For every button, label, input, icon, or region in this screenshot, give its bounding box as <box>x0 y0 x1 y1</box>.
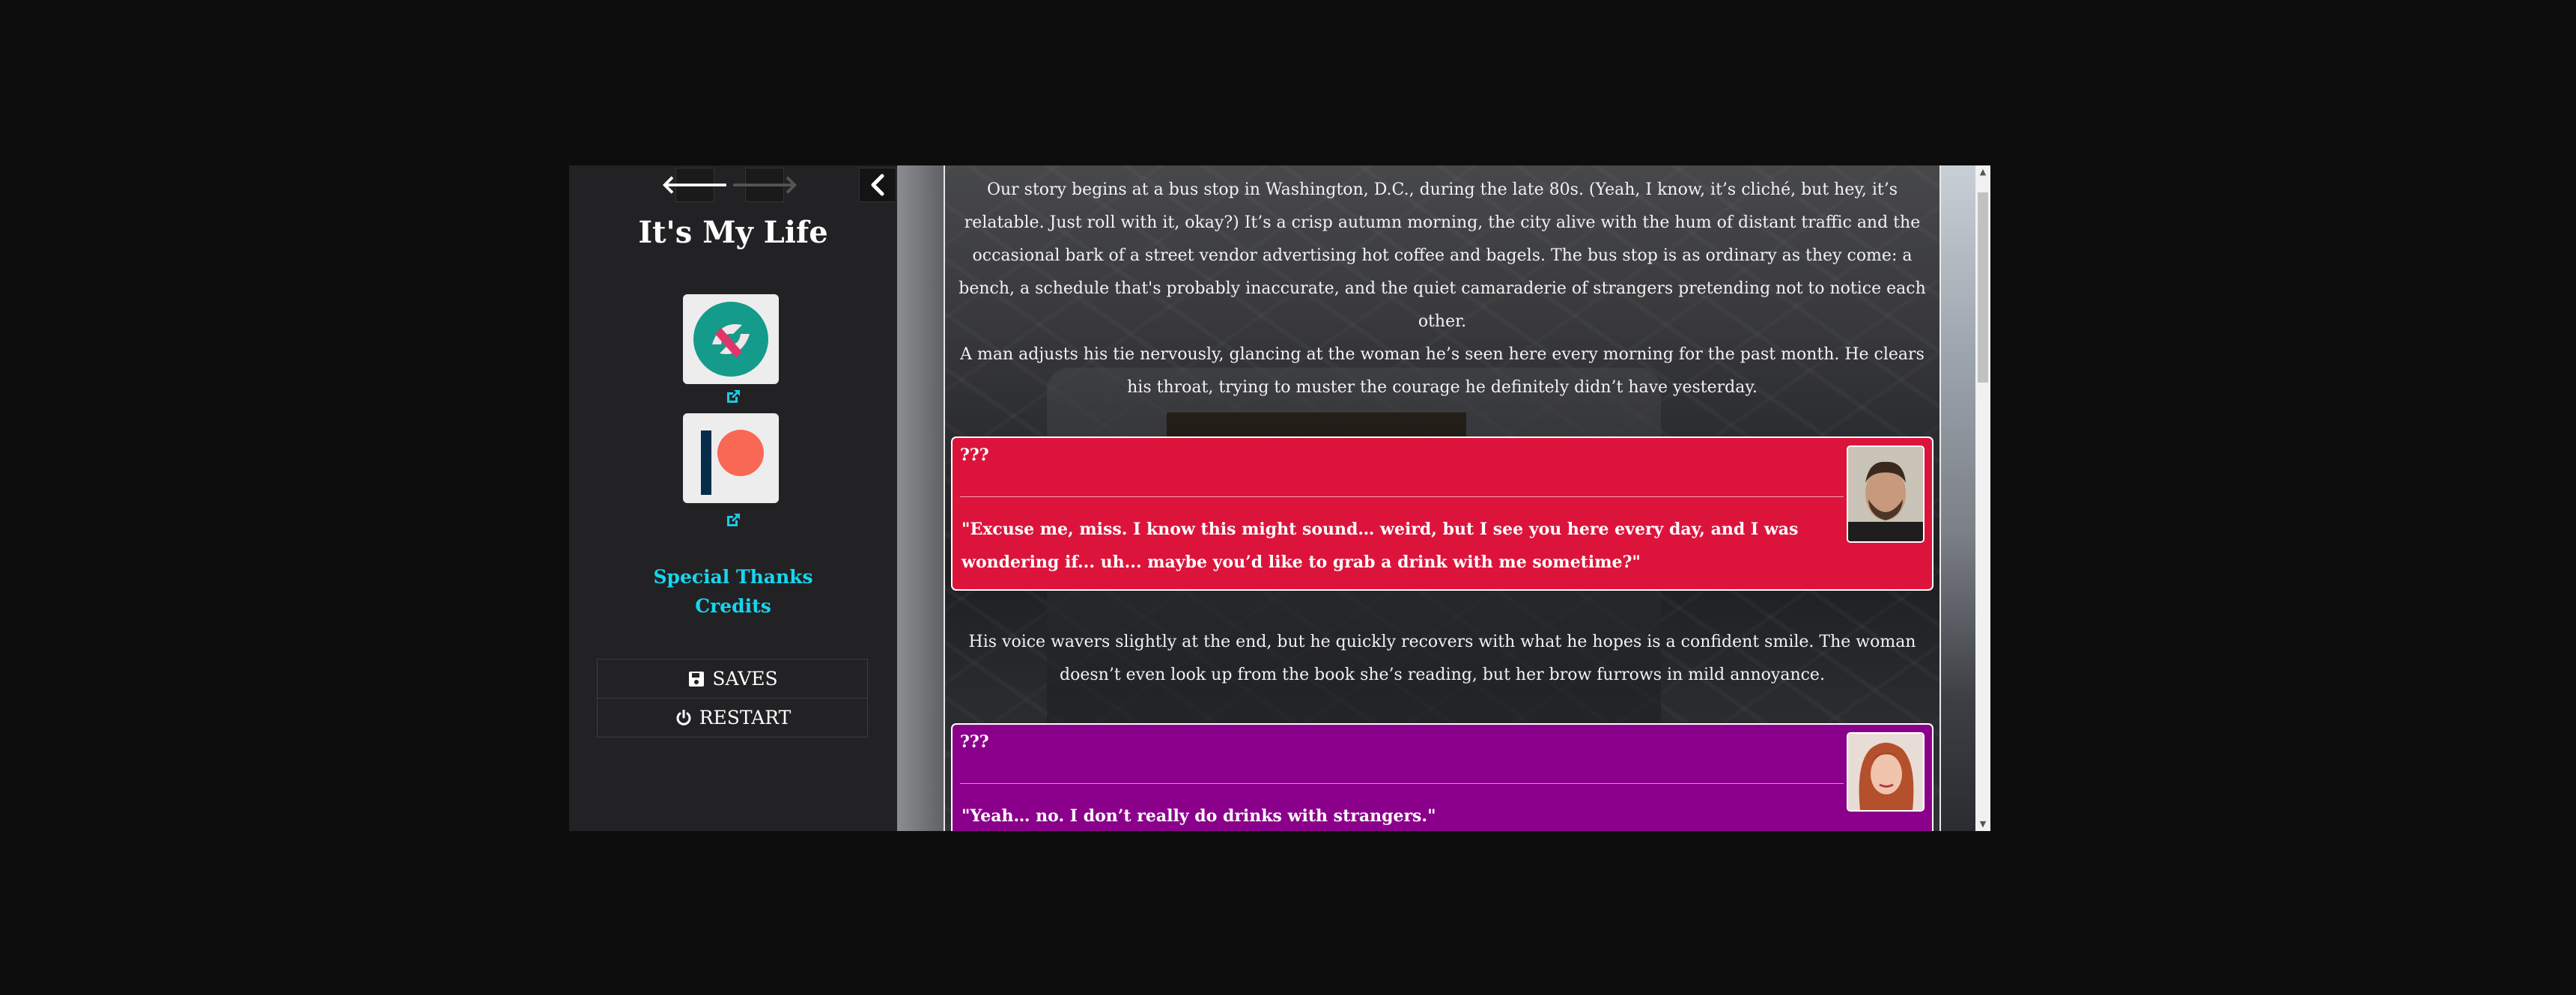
avatar <box>1847 732 1925 812</box>
sidebar: 🡐 🡒 It's My Life Special Thanks Credits … <box>569 165 897 831</box>
saves-button[interactable]: SAVES <box>597 659 868 699</box>
dialog-box-red: ??? "Excuse me, miss. I know this might … <box>951 436 1933 591</box>
patreon-logo[interactable] <box>683 413 779 503</box>
dialog-text: "Excuse me, miss. I know this might soun… <box>962 520 1799 572</box>
restart-button[interactable]: RESTART <box>597 698 868 737</box>
scrollbar-thumb[interactable] <box>1978 192 1988 383</box>
chevron-left-icon <box>871 174 884 196</box>
vertical-scrollbar[interactable]: ▲ ▼ <box>1975 165 1990 831</box>
story-area: Our story begins at a bus stop in Washin… <box>897 165 1990 831</box>
external-link-icon[interactable] <box>723 511 743 530</box>
dialog-box-purple: ??? "Yeah… no. I don’t really do drinks … <box>951 723 1933 831</box>
subscribestar-logo-icon <box>693 302 768 377</box>
sidebar-collapse-button[interactable] <box>859 168 896 202</box>
history-forward-button[interactable]: 🡒 <box>730 168 799 202</box>
speaker-name: ??? <box>960 732 989 752</box>
speaker-name: ??? <box>960 445 989 465</box>
arrow-right-icon: 🡒 <box>730 170 799 200</box>
background-edge-left <box>897 165 944 831</box>
patreon-logo-icon <box>701 430 764 495</box>
special-thanks-link[interactable]: Special Thanks <box>569 566 897 588</box>
passage-paragraph: A man adjusts his tie nervously, glancin… <box>960 345 1925 397</box>
restart-label: RESTART <box>699 707 792 728</box>
divider <box>960 783 1844 784</box>
arrow-left-icon: 🡐 <box>660 170 729 200</box>
credits-link[interactable]: Credits <box>569 595 897 617</box>
story-title: It's My Life <box>638 215 828 250</box>
history-back-button[interactable]: 🡐 <box>660 168 729 202</box>
passage-paragraph: Our story begins at a bus stop in Washin… <box>959 180 1926 331</box>
floppy-disk-icon <box>687 669 706 689</box>
scroll-down-icon[interactable]: ▼ <box>1975 818 1990 831</box>
power-icon <box>674 708 693 728</box>
divider <box>960 496 1844 497</box>
dialog-text: "Yeah… no. I don’t really do drinks with… <box>962 806 1436 826</box>
game-window: 🡐 🡒 It's My Life Special Thanks Credits … <box>569 165 1990 831</box>
saves-label: SAVES <box>712 668 778 690</box>
avatar <box>1847 445 1925 543</box>
subscribestar-logo[interactable] <box>683 294 779 384</box>
passage-container: Our story begins at a bus stop in Washin… <box>944 165 1941 831</box>
scroll-up-icon[interactable]: ▲ <box>1975 165 1990 179</box>
external-link-icon[interactable] <box>723 387 743 407</box>
passage-paragraph: His voice wavers slightly at the end, bu… <box>968 633 1916 684</box>
